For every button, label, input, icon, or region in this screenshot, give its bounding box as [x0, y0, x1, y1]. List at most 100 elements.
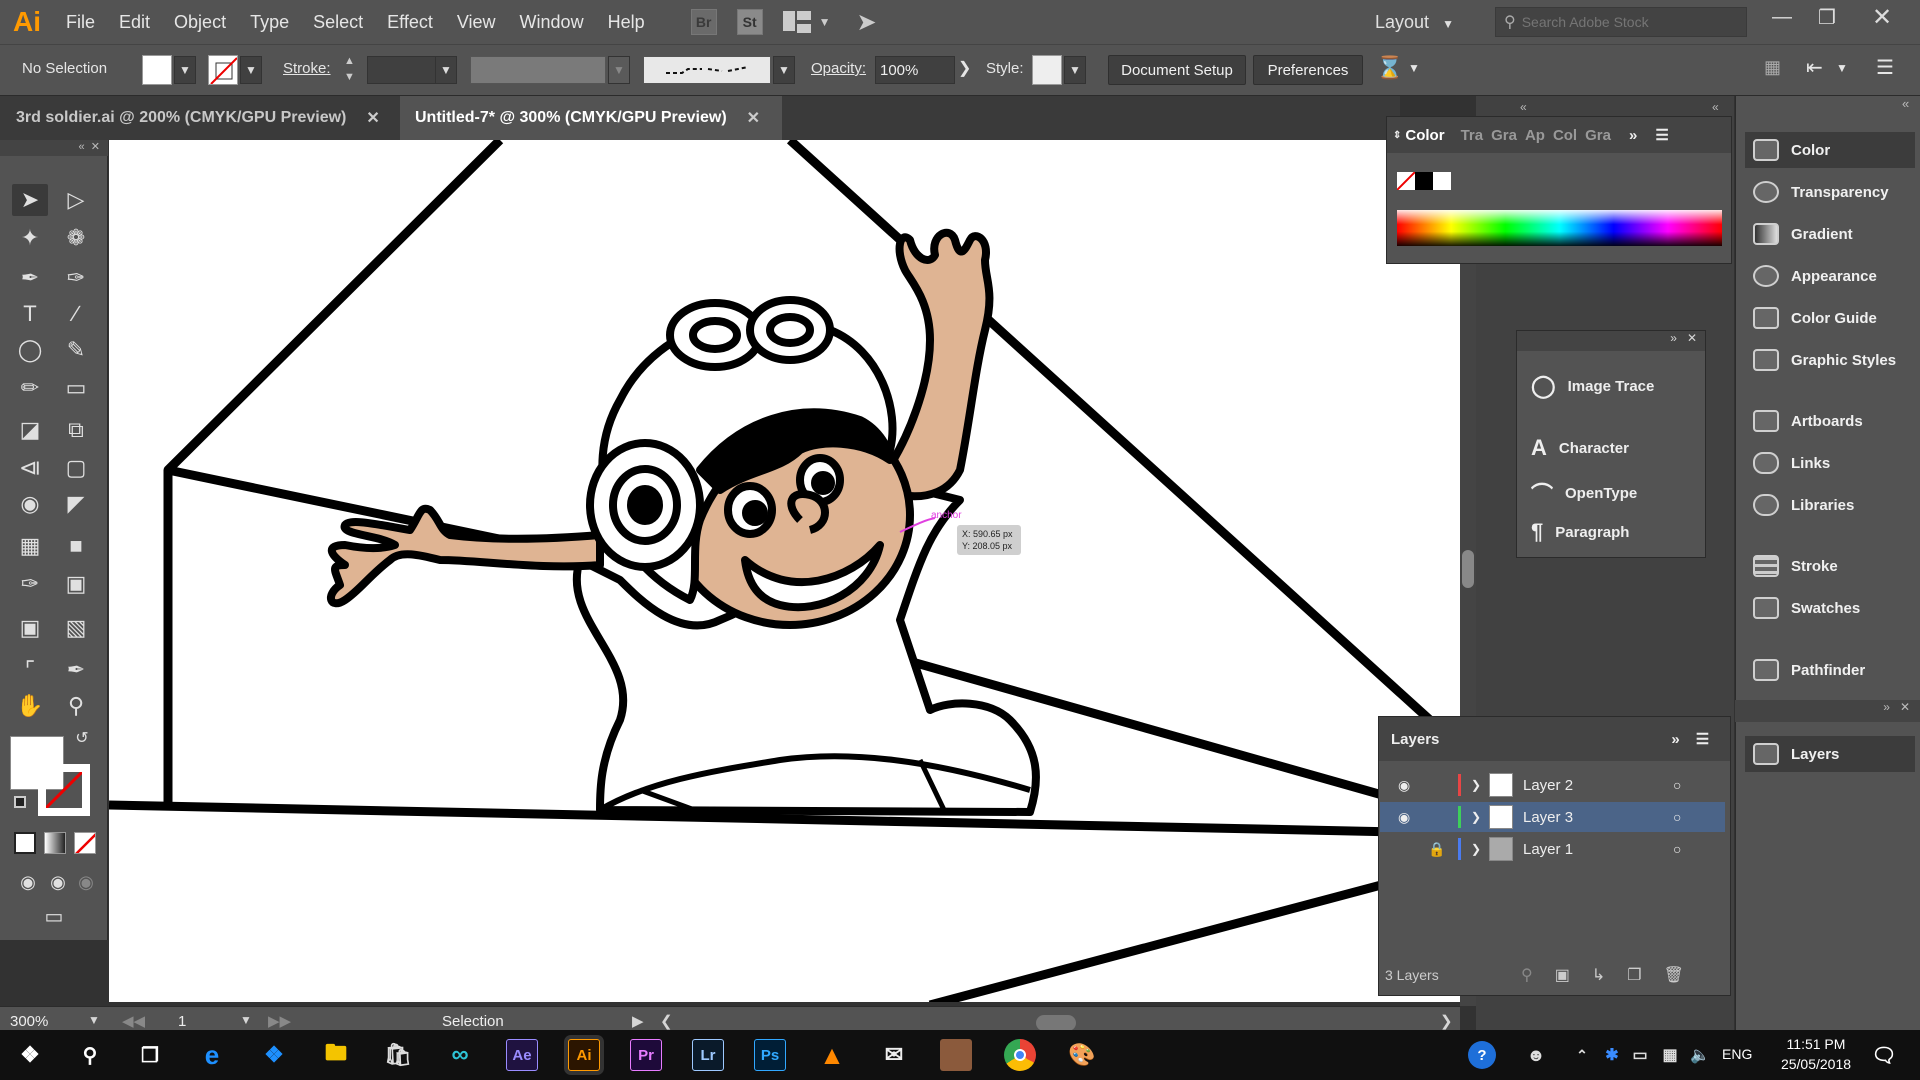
selection-tool-icon[interactable]: ➤	[12, 184, 48, 216]
expand-arrow-icon[interactable]: ❯	[1471, 778, 1489, 792]
new-layer-icon[interactable]: ❐	[1627, 965, 1641, 985]
chevron-down-icon[interactable]: ▼	[608, 56, 630, 84]
dock-links[interactable]: Links	[1745, 445, 1915, 481]
restore-button[interactable]: ❐	[1807, 0, 1847, 34]
expand-arrow-icon[interactable]: ❯	[1471, 842, 1489, 856]
tab-3rd-soldier[interactable]: 3rd soldier.ai @ 200% (CMYK/GPU Preview)…	[0, 96, 400, 140]
column-graph-tool-icon[interactable]: ▧	[58, 612, 94, 644]
chrome-icon[interactable]	[1004, 1039, 1036, 1071]
dock-layers[interactable]: Layers	[1745, 736, 1915, 772]
expand-icon[interactable]: »	[1883, 700, 1890, 714]
paragraph-item[interactable]: ¶ Paragraph	[1531, 519, 1629, 545]
chevron-right-icon[interactable]: ❯	[1440, 1012, 1453, 1030]
hand-tool-icon[interactable]: ✋	[12, 690, 48, 722]
search-icon[interactable]: ⚲	[1521, 965, 1533, 985]
dock-appearance[interactable]: Appearance	[1745, 258, 1915, 294]
blend-tool-icon[interactable]: ▣	[58, 568, 94, 600]
align-icon[interactable]: ⇤	[1806, 55, 1823, 80]
game-app-icon[interactable]	[940, 1039, 972, 1071]
color-mode-icon[interactable]	[14, 832, 36, 854]
chevron-left-icon[interactable]: ❮	[660, 1012, 673, 1030]
menu-help[interactable]: Help	[596, 0, 657, 44]
eyedropper-tool-icon[interactable]: ✑	[12, 568, 48, 600]
pen-tool-icon[interactable]: ✒	[12, 262, 48, 294]
menu-object[interactable]: Object	[162, 0, 238, 44]
collapse-icon[interactable]: «	[1520, 100, 1527, 114]
layer-name[interactable]: Layer 1	[1523, 841, 1673, 858]
search-stock[interactable]: ⚲	[1495, 7, 1747, 37]
tab-appearance[interactable]: Ap	[1525, 127, 1545, 144]
close-icon[interactable]: ✕	[747, 108, 760, 128]
width-tool-icon[interactable]: ⧏	[12, 452, 48, 484]
close-icon[interactable]: ✕	[91, 141, 100, 153]
language-indicator[interactable]: ENG	[1722, 1046, 1752, 1062]
hamburger-menu-icon[interactable]: ☰	[1876, 55, 1894, 80]
tab-color[interactable]: Color	[1405, 127, 1444, 144]
dock-transparency[interactable]: Transparency	[1745, 174, 1915, 210]
make-clipping-mask-icon[interactable]: ▣	[1555, 965, 1570, 985]
chevron-up-icon[interactable]: ⌃	[1566, 1039, 1598, 1071]
eye-icon[interactable]: ◉	[1398, 809, 1428, 826]
line-tool-icon[interactable]: ∕	[58, 298, 94, 330]
chevron-right-icon[interactable]: ▶	[632, 1012, 644, 1030]
stroke-swatch[interactable]	[208, 55, 238, 85]
last-artboard-icon[interactable]: ▶▶	[268, 1012, 291, 1030]
battery-icon[interactable]: ▭	[1624, 1039, 1656, 1071]
transform-icon[interactable]: ⌛	[1376, 55, 1403, 81]
volume-icon[interactable]: 🔈	[1684, 1039, 1716, 1071]
chevron-down-icon[interactable]: ▼	[88, 1013, 100, 1027]
dock-libraries[interactable]: Libraries	[1745, 487, 1915, 523]
chevron-down-icon[interactable]: ▼	[435, 56, 457, 84]
opacity-label[interactable]: Opacity:	[811, 60, 866, 77]
type-tool-icon[interactable]: T	[12, 298, 48, 330]
preferences-button[interactable]: Preferences	[1253, 55, 1363, 85]
layer-name[interactable]: Layer 2	[1523, 777, 1673, 794]
lock-icon[interactable]: 🔒	[1428, 841, 1458, 858]
workspace-switcher[interactable]: Layout ▼	[1375, 0, 1454, 44]
zoom-tool-icon[interactable]: ⚲	[58, 690, 94, 722]
after-effects-icon[interactable]: Ae	[506, 1039, 538, 1071]
stock-button[interactable]: St	[736, 9, 763, 35]
ellipse-tool-icon[interactable]: ◯	[12, 334, 48, 366]
gradient-mode-icon[interactable]	[44, 832, 66, 854]
expand-icon[interactable]: »	[1670, 331, 1677, 345]
shape-builder-tool-icon[interactable]: ◉	[12, 488, 48, 520]
draw-inside-icon[interactable]: ◉	[68, 866, 104, 898]
dock-color-guide[interactable]: Color Guide	[1745, 300, 1915, 336]
dock-graphic-styles[interactable]: Graphic Styles	[1745, 342, 1915, 378]
minimize-button[interactable]: —	[1762, 0, 1802, 34]
lasso-tool-icon[interactable]: ❁	[58, 222, 94, 254]
expand-icon[interactable]: »	[1671, 731, 1679, 748]
collapse-icon[interactable]: «	[79, 141, 85, 153]
menu-type[interactable]: Type	[238, 0, 301, 44]
lightroom-icon[interactable]: Lr	[692, 1039, 724, 1071]
arrange-documents-icon[interactable]	[782, 11, 813, 33]
character-item[interactable]: A Character	[1531, 435, 1629, 461]
opacity-input[interactable]: 100%	[875, 56, 955, 84]
close-icon[interactable]: ✕	[1900, 700, 1910, 714]
trash-icon[interactable]: 🗑	[1664, 965, 1684, 985]
layer-name[interactable]: Layer 3	[1523, 809, 1673, 826]
first-artboard-icon[interactable]: ◀◀	[122, 1012, 145, 1030]
direct-selection-tool-icon[interactable]: ▷	[58, 184, 94, 216]
search-icon[interactable]: ⚲	[74, 1039, 106, 1071]
chevron-down-icon[interactable]: ▼	[174, 56, 196, 84]
white-swatch[interactable]	[1433, 172, 1451, 190]
vertical-scroll-thumb[interactable]	[1462, 550, 1474, 588]
layer-row[interactable]: ◉ ❯ Layer 2 ○	[1380, 770, 1725, 800]
menu-select[interactable]: Select	[301, 0, 375, 44]
close-window-button[interactable]: ✕	[1862, 0, 1902, 34]
chevron-down-icon[interactable]: ▼	[240, 56, 262, 84]
expand-arrow-icon[interactable]: ❯	[1471, 810, 1489, 824]
expand-icon[interactable]: »	[1629, 127, 1637, 144]
infinity-app-icon[interactable]: ∞	[444, 1039, 476, 1071]
dock-color[interactable]: Color	[1745, 132, 1915, 168]
artboard-number[interactable]: 1	[178, 1013, 186, 1030]
windows-start-icon[interactable]: ❖	[14, 1039, 46, 1071]
stroke-stepper[interactable]: ▲ ▼	[344, 53, 355, 85]
dock-stroke[interactable]: Stroke	[1745, 548, 1915, 584]
curvature-tool-icon[interactable]: ✑	[58, 262, 94, 294]
help-icon[interactable]: ?	[1468, 1041, 1496, 1069]
chevron-down-icon[interactable]: ▼	[1064, 56, 1086, 84]
tab-transparency[interactable]: Tra	[1461, 127, 1484, 144]
